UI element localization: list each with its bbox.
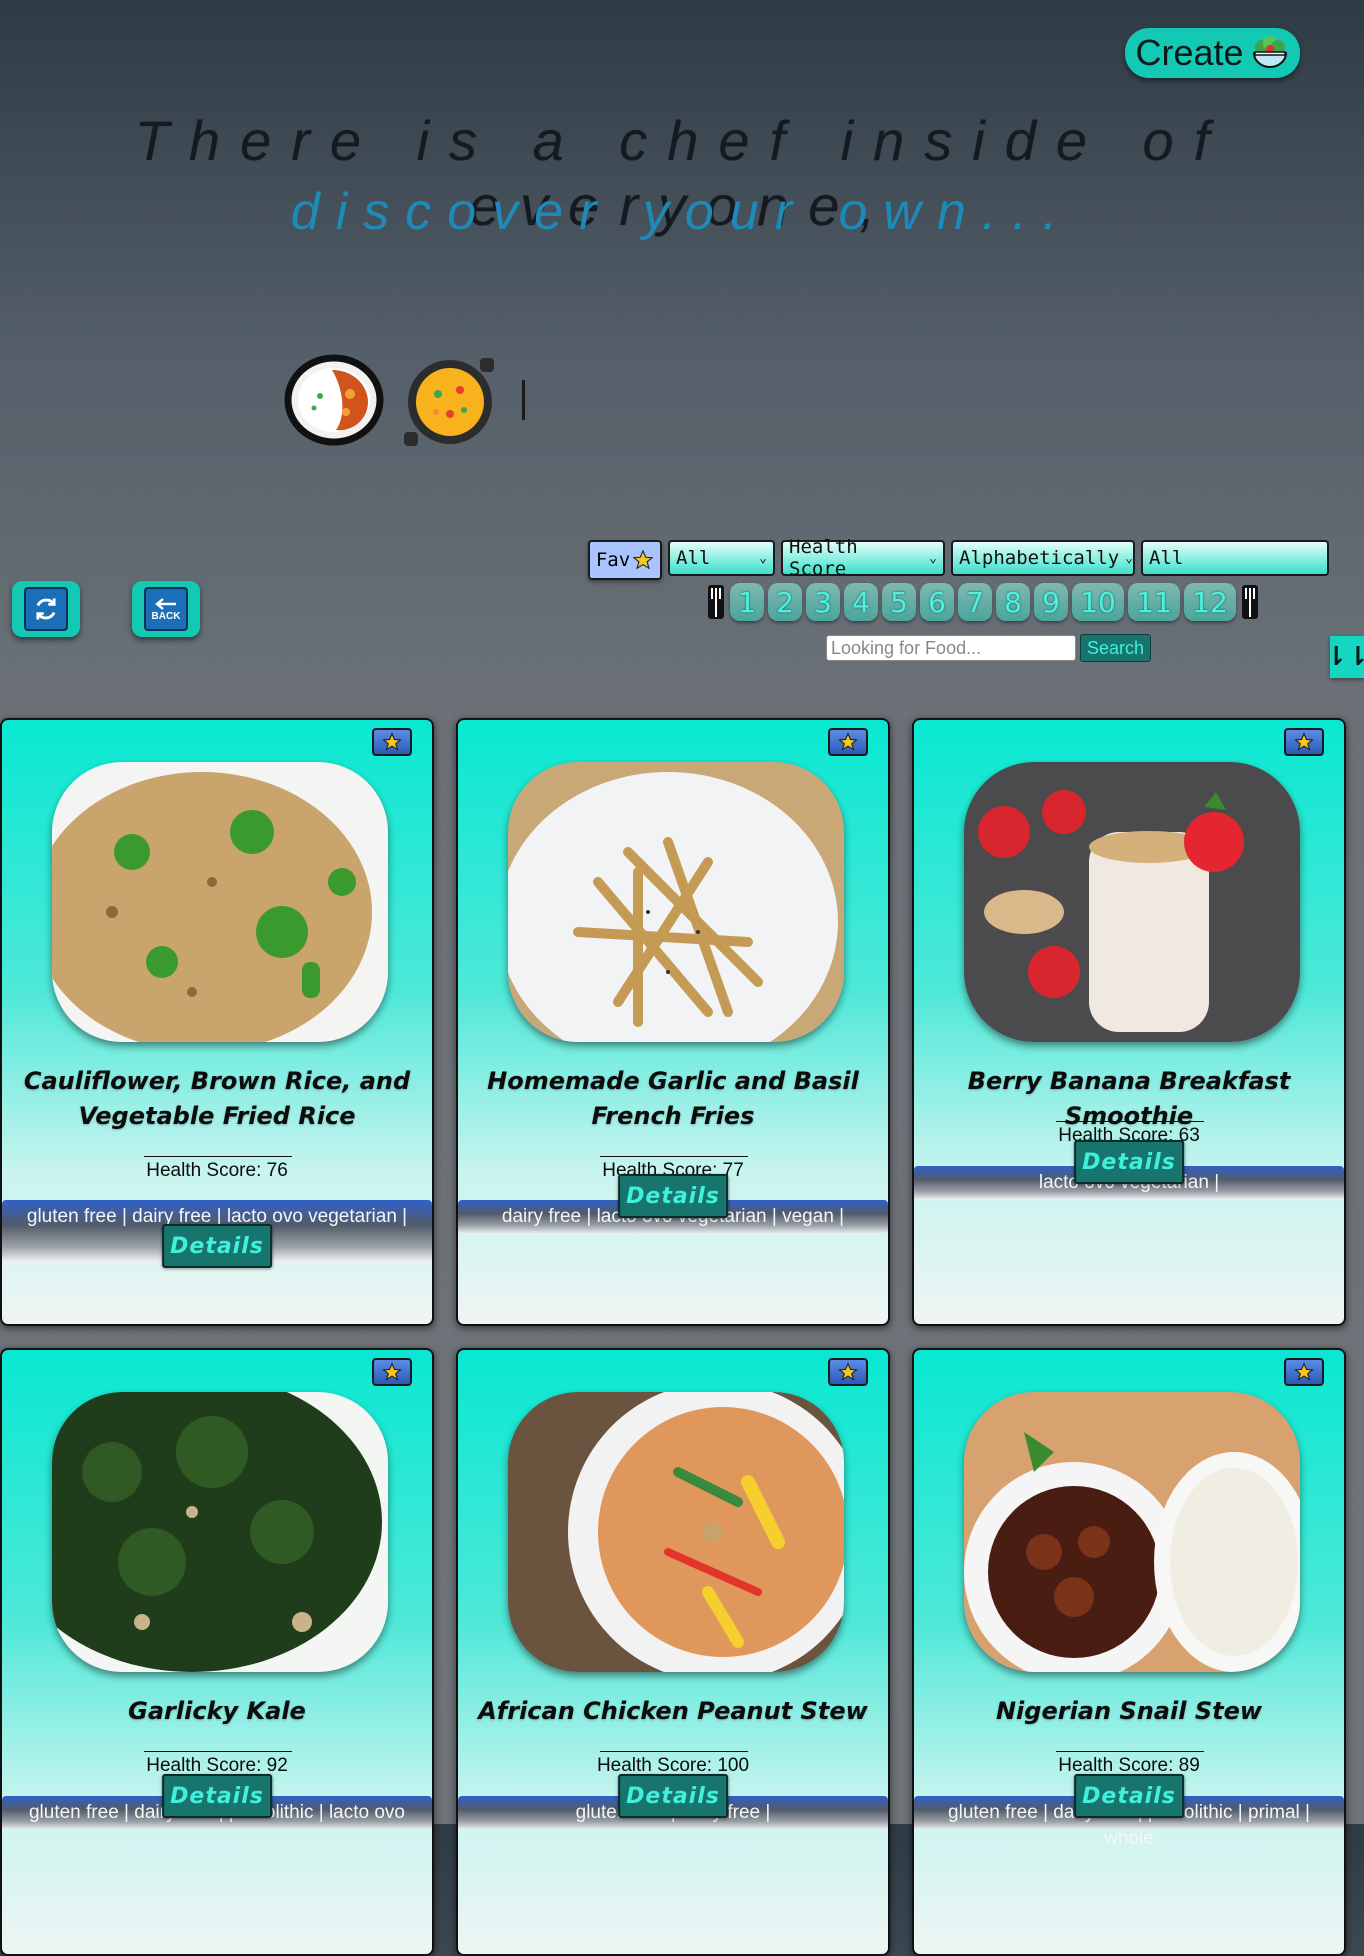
order-select-value: Alphabetically [959, 547, 1120, 569]
favorite-toggle-button[interactable] [372, 1358, 412, 1386]
recipe-title: Homemade Garlic and Basil French Fries [487, 1067, 859, 1130]
fav-label: Fav [595, 549, 631, 571]
divider [144, 1751, 292, 1752]
back-button[interactable]: BACK [132, 581, 200, 637]
divider [1056, 1121, 1204, 1122]
create-button[interactable]: Create [1125, 28, 1300, 78]
create-label: Create [1135, 32, 1244, 73]
back-arrow-icon [155, 597, 176, 610]
page-button-8[interactable]: 8 [996, 583, 1030, 621]
page-list: 1 2 3 4 5 6 7 8 9 10 11 12 [730, 583, 1236, 621]
star-icon [632, 549, 654, 570]
recipe-card: Nigerian Snail Stew Health Score: 89 glu… [912, 1348, 1346, 1956]
search-bar: Search [826, 634, 1152, 662]
favorite-toggle-button[interactable] [828, 1358, 868, 1386]
fork-knife-icon [1242, 585, 1258, 619]
search-input[interactable] [826, 635, 1076, 661]
details-button[interactable]: Details [1074, 1774, 1184, 1818]
recipe-title: Garlicky Kale [128, 1697, 306, 1725]
health-score-select-value: Health Score [789, 536, 858, 580]
divider [600, 1751, 748, 1752]
health-score: Health Score: 76 [146, 1160, 288, 1181]
recipe-card: Garlicky Kale Health Score: 92 gluten fr… [0, 1348, 434, 1956]
page-button-5[interactable]: 5 [882, 583, 916, 621]
recipe-image [964, 762, 1300, 1042]
details-button[interactable]: Details [618, 1174, 728, 1218]
recipe-image [508, 762, 844, 1042]
favorite-toggle-button[interactable] [1284, 728, 1324, 756]
fork-knife-icon [708, 585, 724, 619]
star-icon [1294, 732, 1314, 751]
chevron-down-icon: ⌄ [1125, 550, 1133, 566]
sort-arrows-icon[interactable]: ⇂⇂ [1325, 636, 1364, 678]
details-button[interactable]: Details [162, 1774, 272, 1818]
curry-rice-icon [284, 350, 384, 450]
recipe-image [964, 1392, 1300, 1672]
recipe-title: Nigerian Snail Stew [995, 1697, 1263, 1725]
diet-select[interactable]: All ⌄ [668, 540, 775, 576]
star-icon [382, 732, 402, 751]
star-icon [1294, 1362, 1314, 1381]
typing-cursor [522, 380, 525, 420]
details-button[interactable]: Details [162, 1224, 272, 1268]
food-icons-row [284, 350, 525, 450]
page-button-7[interactable]: 7 [958, 583, 992, 621]
pagination: 1 2 3 4 5 6 7 8 9 10 11 12 [706, 583, 1260, 621]
star-icon [382, 1362, 402, 1381]
refresh-button[interactable] [12, 581, 80, 637]
origin-select-value: All [1149, 547, 1184, 569]
back-label: BACK [151, 610, 181, 622]
divider [600, 1156, 748, 1157]
favorite-toggle-button[interactable] [1284, 1358, 1324, 1386]
page-button-9[interactable]: 9 [1034, 583, 1068, 621]
page-button-4[interactable]: 4 [844, 583, 878, 621]
chevron-down-icon: ⌄ [759, 550, 767, 566]
health-score-select[interactable]: Health Score ⌄ [781, 536, 945, 580]
star-icon [838, 1362, 858, 1381]
recipe-card: Berry Banana Breakfast Smoothie Health S… [912, 718, 1346, 1326]
filters-row: Fav All ⌄ Health Score ⌄ Alphabetically … [588, 536, 1329, 580]
recipe-card: African Chicken Peanut Stew Health Score… [456, 1348, 890, 1956]
refresh-icon [24, 587, 68, 631]
details-button[interactable]: Details [1074, 1140, 1184, 1184]
divider [144, 1156, 292, 1157]
paella-pan-icon [402, 350, 502, 450]
page-button-2[interactable]: 2 [768, 583, 802, 621]
page-button-6[interactable]: 6 [920, 583, 954, 621]
recipe-title: Berry Banana Breakfast Smoothie [967, 1067, 1291, 1130]
favorite-toggle-button[interactable] [372, 728, 412, 756]
tagline-line2: discover your own... [290, 183, 1074, 241]
origin-select[interactable]: All [1141, 540, 1329, 576]
page-button-12[interactable]: 12 [1184, 583, 1236, 621]
divider [1056, 1751, 1204, 1752]
salad-bowl-icon [1250, 33, 1290, 73]
page-button-1[interactable]: 1 [730, 583, 764, 621]
order-select[interactable]: Alphabetically ⌄ [951, 540, 1135, 576]
diet-select-value: All [676, 547, 711, 569]
recipe-card: Homemade Garlic and Basil French Fries H… [456, 718, 890, 1326]
recipe-image [508, 1392, 844, 1672]
chevron-down-icon: ⌄ [929, 550, 937, 566]
recipe-card: Cauliflower, Brown Rice, and Vegetable F… [0, 718, 434, 1326]
page-button-11[interactable]: 11 [1128, 583, 1180, 621]
recipe-image [52, 762, 388, 1042]
fav-filter-button[interactable]: Fav [588, 540, 662, 580]
recipe-image [52, 1392, 388, 1672]
star-icon [838, 732, 858, 751]
recipe-title: Cauliflower, Brown Rice, and Vegetable F… [23, 1067, 411, 1130]
recipe-title: African Chicken Peanut Stew [478, 1697, 868, 1725]
favorite-toggle-button[interactable] [828, 728, 868, 756]
page-button-3[interactable]: 3 [806, 583, 840, 621]
back-button-face: BACK [144, 587, 188, 631]
details-button[interactable]: Details [618, 1774, 728, 1818]
search-button[interactable]: Search [1080, 634, 1152, 662]
page-button-10[interactable]: 10 [1072, 583, 1124, 621]
